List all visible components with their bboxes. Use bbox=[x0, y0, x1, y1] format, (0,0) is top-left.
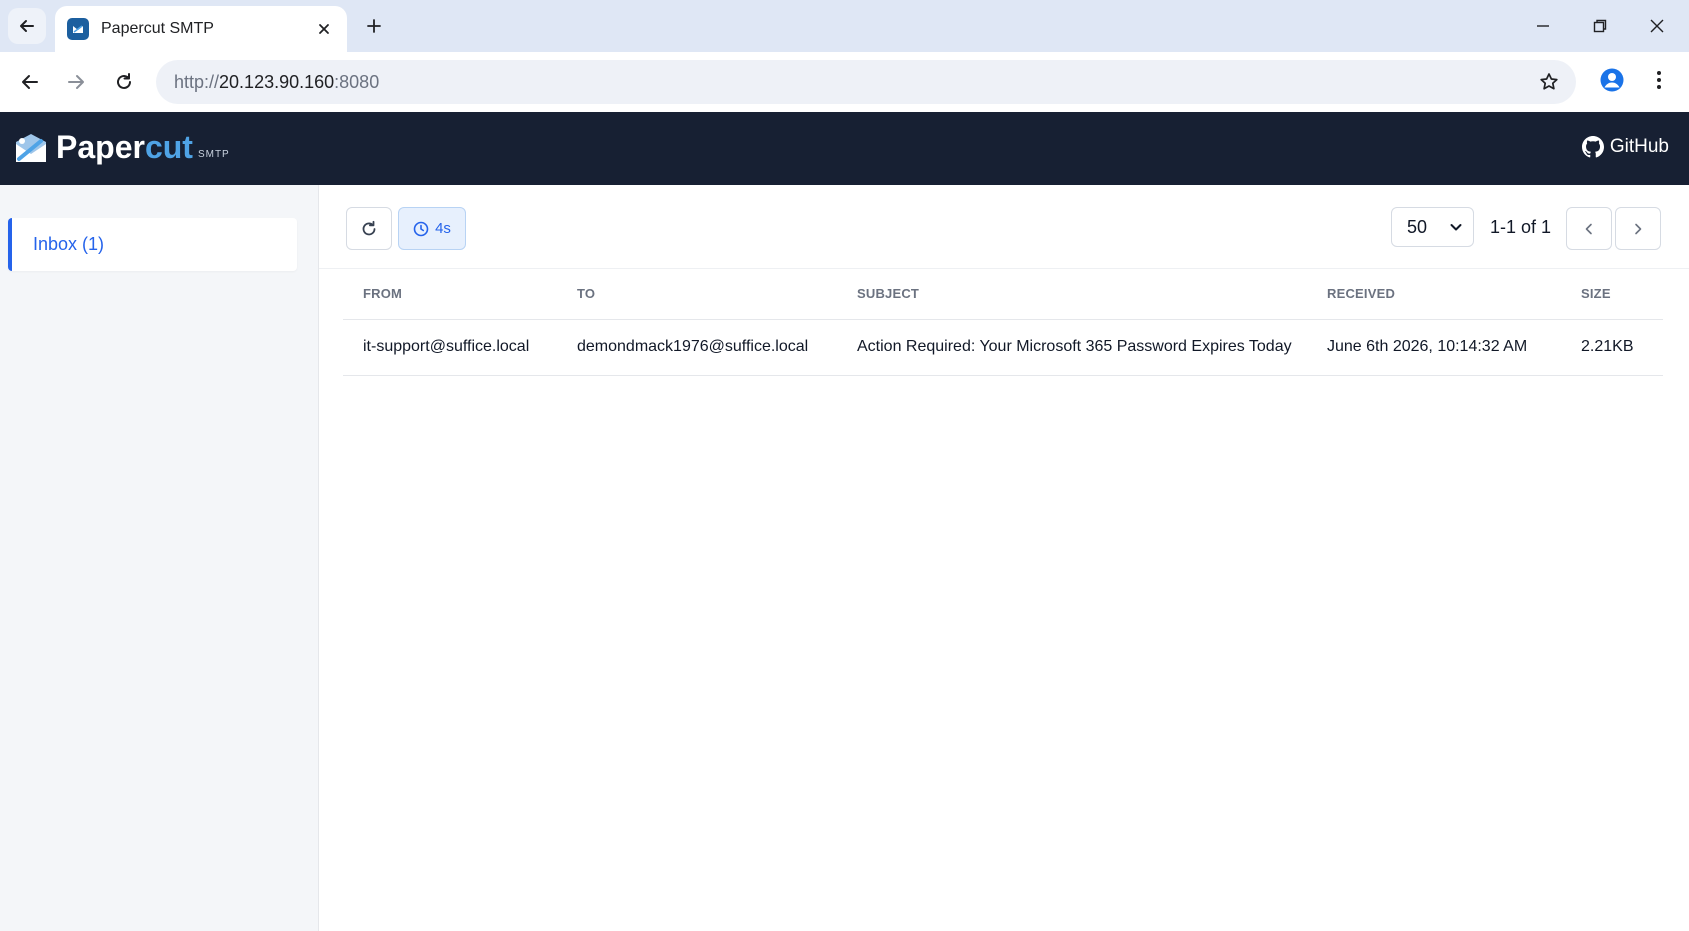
sidebar-item-inbox[interactable]: Inbox (1) bbox=[8, 218, 297, 271]
auto-refresh-button[interactable]: 4s bbox=[398, 207, 466, 250]
papercut-favicon-icon bbox=[67, 18, 89, 40]
previous-page-button[interactable] bbox=[1566, 207, 1612, 250]
app-header: Papercut SMTP GitHub bbox=[0, 112, 1689, 185]
chevron-right-icon bbox=[1635, 223, 1642, 234]
column-header-size[interactable]: SIZE bbox=[1561, 269, 1663, 320]
column-header-from[interactable]: FROM bbox=[343, 269, 557, 320]
url-host: 20.123.90.160 bbox=[219, 71, 335, 92]
close-window-icon[interactable] bbox=[1639, 10, 1675, 42]
clock-icon bbox=[413, 221, 429, 236]
chevron-down-icon bbox=[1450, 224, 1462, 231]
profile-avatar-icon[interactable] bbox=[1597, 65, 1627, 95]
browser-toolbar: http://20.123.90.160:8080 bbox=[0, 52, 1689, 112]
tab-search-button[interactable] bbox=[8, 8, 46, 44]
url-scheme: http:// bbox=[174, 71, 220, 92]
next-page-button[interactable] bbox=[1615, 207, 1661, 250]
sidebar: Inbox (1) bbox=[0, 185, 319, 931]
refresh-icon bbox=[362, 220, 376, 235]
papercut-logo[interactable]: Papercut SMTP bbox=[14, 130, 230, 164]
cell-subject: Action Required: Your Microsoft 365 Pass… bbox=[837, 319, 1307, 376]
address-bar[interactable]: http://20.123.90.160:8080 bbox=[156, 60, 1576, 104]
message-list-panel: 4s 50 1-1 of 1 FROM TO SUBJECT RECEIVED … bbox=[319, 185, 1689, 931]
logo-text-paper: Paper bbox=[56, 129, 145, 165]
browser-menu-icon[interactable] bbox=[1645, 65, 1673, 95]
cell-to: demondmack1976@suffice.local bbox=[557, 319, 837, 376]
table-row[interactable]: it-support@suffice.local demondmack1976@… bbox=[343, 319, 1663, 376]
refresh-button[interactable] bbox=[346, 207, 392, 250]
inbox-label: Inbox (1) bbox=[33, 234, 105, 254]
column-header-received[interactable]: RECEIVED bbox=[1307, 269, 1561, 320]
auto-refresh-label: 4s bbox=[435, 220, 451, 237]
envelope-logo-icon bbox=[16, 134, 46, 162]
table-header-row: FROM TO SUBJECT RECEIVED SIZE bbox=[343, 269, 1663, 320]
close-tab-icon[interactable] bbox=[313, 18, 335, 40]
github-icon bbox=[1581, 136, 1604, 158]
logo-text-cut: cut bbox=[144, 129, 193, 165]
minimize-icon[interactable] bbox=[1525, 10, 1561, 42]
page-size-value: 50 bbox=[1407, 216, 1428, 237]
url-port: :8080 bbox=[334, 71, 380, 92]
github-link[interactable]: GitHub bbox=[1581, 136, 1669, 158]
chevron-left-icon bbox=[1585, 223, 1592, 234]
new-tab-icon[interactable] bbox=[360, 12, 388, 40]
forward-icon[interactable] bbox=[60, 66, 92, 98]
tab-title: Papercut SMTP bbox=[101, 20, 214, 37]
message-table: FROM TO SUBJECT RECEIVED SIZE it-support… bbox=[343, 269, 1663, 376]
arrow-left-icon bbox=[20, 20, 34, 32]
cell-received: June 6th 2026, 10:14:32 AM bbox=[1307, 319, 1561, 376]
cell-from: it-support@suffice.local bbox=[343, 319, 557, 376]
browser-tabstrip: Papercut SMTP bbox=[0, 0, 1689, 52]
restore-icon[interactable] bbox=[1582, 10, 1618, 42]
page-range-text: 1-1 of 1 bbox=[1490, 217, 1552, 237]
logo-text-smtp: SMTP bbox=[197, 149, 230, 160]
browser-tab[interactable]: Papercut SMTP bbox=[55, 6, 347, 52]
github-label: GitHub bbox=[1609, 136, 1669, 157]
back-icon[interactable] bbox=[14, 66, 46, 98]
column-header-to[interactable]: TO bbox=[557, 269, 837, 320]
column-header-subject[interactable]: SUBJECT bbox=[837, 269, 1307, 320]
bookmark-star-icon[interactable] bbox=[1536, 69, 1562, 95]
list-toolbar: 4s 50 1-1 of 1 bbox=[319, 185, 1689, 269]
cell-size: 2.21KB bbox=[1561, 319, 1663, 376]
page-size-select[interactable]: 50 bbox=[1391, 207, 1474, 247]
reload-icon[interactable] bbox=[108, 66, 140, 98]
